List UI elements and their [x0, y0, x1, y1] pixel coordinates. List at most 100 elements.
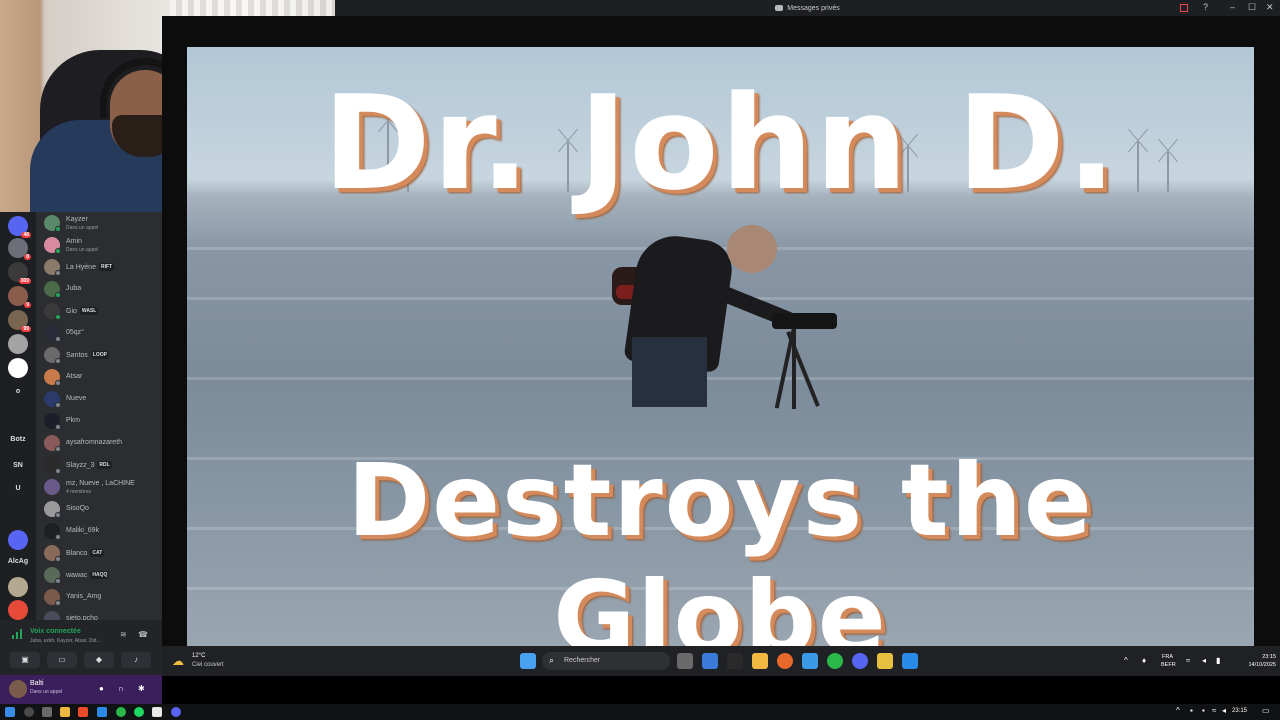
activity-button[interactable]: ◆	[84, 652, 114, 668]
firefox-icon[interactable]	[777, 653, 793, 669]
screen-share-button[interactable]: ▭	[47, 652, 77, 668]
tray-overflow-icon[interactable]: ^	[1124, 656, 1128, 665]
start-icon[interactable]	[520, 653, 536, 669]
headphones-icon[interactable]: ∩	[118, 684, 124, 693]
server-icon[interactable]	[8, 334, 28, 354]
server-text-icon[interactable]: AlcAg	[4, 558, 32, 565]
widgets-icon[interactable]	[702, 653, 718, 669]
whatsapp-icon[interactable]	[827, 653, 843, 669]
video-player[interactable]: Dr. John D. Destroys the Globe	[187, 47, 1254, 646]
dm-item[interactable]: Nueve	[36, 388, 162, 410]
tray-app-icon[interactable]: ▪	[1202, 706, 1205, 715]
dm-item[interactable]: SisoQo	[36, 498, 162, 520]
dm-name: Yanis_Amg	[66, 593, 101, 600]
dm-item[interactable]: Santos LOOP	[36, 344, 162, 366]
clock-date[interactable]: 14/10/2025	[1236, 662, 1276, 668]
inbox-icon[interactable]	[1180, 4, 1188, 12]
search-icon: ⌕	[549, 655, 555, 665]
dm-item[interactable]: Slayzz_3 RDL	[36, 454, 162, 476]
clan-tag: HAQQ	[90, 571, 110, 579]
battery-icon[interactable]: ▮	[1216, 656, 1220, 665]
tray-overflow-icon[interactable]: ^	[1176, 706, 1180, 715]
app-icon[interactable]	[78, 707, 88, 717]
volume-icon[interactable]: ◂	[1202, 656, 1206, 665]
search-icon[interactable]	[24, 707, 34, 717]
dm-item[interactable]: Atsar	[36, 366, 162, 388]
server-text-icon[interactable]: SN	[4, 462, 32, 469]
dm-item[interactable]: mz, Nueve , LaCHINE 4 membres	[36, 476, 162, 498]
mic-icon[interactable]: ●	[99, 684, 104, 693]
settings-gear-icon[interactable]: ✱	[138, 684, 145, 693]
dm-item[interactable]: La Hyène RIFT	[36, 256, 162, 278]
dm-item[interactable]: Gio WASL	[36, 300, 162, 322]
dm-item[interactable]: Yanis_Amg	[36, 586, 162, 608]
server-icon[interactable]: 99	[8, 310, 31, 332]
server-text-icon[interactable]: Botz	[4, 436, 32, 443]
keyboard-layout[interactable]: BEFR	[1161, 662, 1176, 668]
dm-item[interactable]: 05qz°	[36, 322, 162, 344]
python-icon[interactable]	[877, 653, 893, 669]
whatsapp-icon[interactable]	[116, 707, 126, 717]
discord-icon[interactable]	[171, 707, 181, 717]
dm-name-text: SisoQo	[66, 505, 89, 512]
dm-item[interactable]: aysafromnazareth	[36, 432, 162, 454]
wifi-icon[interactable]: ≈	[1212, 706, 1216, 715]
file-explorer-icon[interactable]	[60, 707, 70, 717]
dm-name: mz, Nueve , LaCHINE	[66, 480, 135, 487]
start-button-icon[interactable]	[5, 707, 15, 717]
dm-name-text: Gio	[66, 307, 77, 315]
mic-tray-icon[interactable]: ♦	[1142, 656, 1146, 665]
clock-time[interactable]: 23:15	[1236, 654, 1276, 660]
task-view-icon[interactable]	[677, 653, 693, 669]
task-view-icon[interactable]	[42, 707, 52, 717]
search-box[interactable]: ⌕ Rechercher	[542, 652, 670, 670]
help-icon[interactable]: ?	[1203, 2, 1208, 12]
wifi-icon[interactable]: ≈	[1186, 656, 1190, 665]
windows-taskbar: ☁ 12°C Ciel couvert ⌕ Rechercher ^ ♦ FRA…	[162, 646, 1280, 676]
dm-item[interactable]: Blanco CAT	[36, 542, 162, 564]
noise-suppression-icon[interactable]: ≋	[120, 630, 127, 639]
camera-button[interactable]: ▣	[10, 652, 40, 668]
server-icon[interactable]	[8, 577, 28, 597]
server-icon[interactable]: 9	[8, 286, 31, 308]
weather-icon[interactable]: ☁	[172, 654, 184, 668]
clock-time[interactable]: 23:15	[1232, 708, 1247, 714]
dm-name: Blanco CAT	[66, 549, 105, 557]
close-button[interactable]: ✕	[1266, 2, 1274, 13]
server-icon[interactable]: 48	[8, 216, 31, 238]
server-icon[interactable]	[8, 530, 28, 550]
server-text-icon[interactable]: U	[4, 485, 32, 492]
volume-icon[interactable]: ◂	[1222, 706, 1226, 715]
server-icon[interactable]: 8	[8, 238, 31, 260]
server-icon[interactable]	[8, 600, 28, 620]
obs-icon[interactable]	[152, 707, 162, 717]
dm-item[interactable]: Pkm	[36, 410, 162, 432]
file-explorer-icon[interactable]	[752, 653, 768, 669]
minimize-button[interactable]: –	[1230, 2, 1235, 12]
soundboard-button[interactable]: ♪	[121, 652, 151, 668]
dm-item[interactable]: sieto.pcho	[36, 608, 162, 620]
dm-item[interactable]: Maliki_69k	[36, 520, 162, 542]
dm-item[interactable]: Juba	[36, 278, 162, 300]
dm-item[interactable]: Kayzer Dans un appel	[36, 212, 162, 234]
disconnect-icon[interactable]: ☎	[138, 630, 148, 639]
clan-tag: CAT	[90, 549, 105, 557]
user-avatar[interactable]	[9, 680, 27, 698]
spotify-icon[interactable]	[134, 707, 144, 717]
server-text-icon[interactable]: o	[4, 388, 32, 395]
edge-icon[interactable]	[97, 707, 107, 717]
dm-item[interactable]: Amin Dans un appel	[36, 234, 162, 256]
server-icon[interactable]: 300	[8, 262, 31, 284]
server-icon[interactable]	[8, 358, 28, 378]
maximize-button[interactable]: ☐	[1248, 2, 1256, 13]
notification-icon[interactable]: ▭	[1262, 706, 1270, 715]
discord-icon[interactable]	[852, 653, 868, 669]
browser-icon[interactable]	[802, 653, 818, 669]
language-indicator[interactable]: FRA	[1162, 654, 1173, 660]
tray-app-icon[interactable]: ▪	[1190, 706, 1193, 715]
dm-item[interactable]: wawac HAQQ	[36, 564, 162, 586]
alien-app-icon[interactable]	[727, 653, 743, 669]
dm-name: Nueve	[66, 395, 86, 402]
avatar	[44, 611, 60, 620]
editor-icon[interactable]	[902, 653, 918, 669]
